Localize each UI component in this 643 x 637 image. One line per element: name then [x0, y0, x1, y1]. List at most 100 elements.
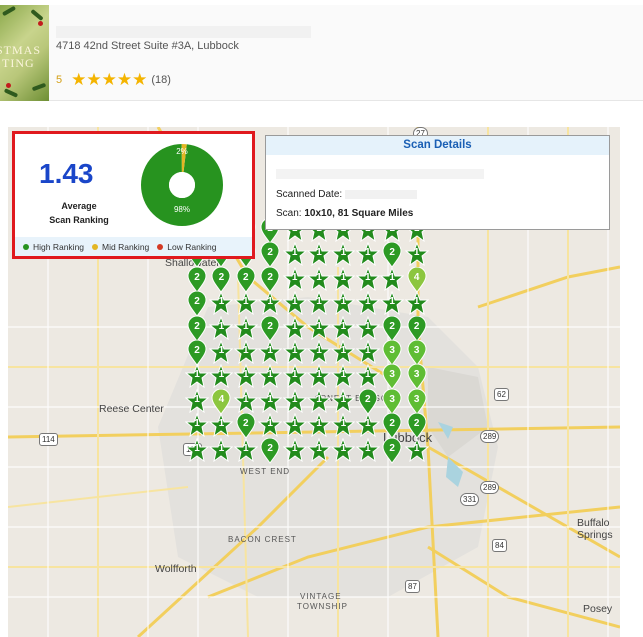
rank-pin[interactable]: 2 [185, 266, 209, 293]
rank-pin[interactable]: 1 [282, 437, 307, 464]
scan-date-label: Scanned Date: [276, 189, 343, 200]
rank-pin[interactable]: 1 [185, 413, 209, 439]
rank-pin[interactable]: 3 [380, 388, 404, 415]
rank-value: 1 [243, 369, 249, 381]
rank-pin[interactable]: 3 [380, 364, 404, 391]
rank-pin[interactable]: 2 [405, 413, 429, 440]
rating-stars: ★ ★ ★ ★ ★ [71, 71, 147, 88]
rank-pin[interactable]: 1 [380, 291, 405, 317]
rank-pin[interactable]: 4 [209, 388, 233, 415]
rank-pin[interactable]: 1 [307, 291, 331, 317]
rank-pin[interactable]: 2 [258, 266, 282, 293]
rank-pin[interactable]: 1 [282, 242, 307, 268]
rank-pin[interactable]: 2 [380, 413, 404, 440]
rank-pin[interactable]: 2 [234, 266, 258, 293]
rank-pin[interactable]: 1 [307, 413, 331, 439]
rank-pin[interactable]: 1 [355, 413, 380, 439]
rank-pin[interactable]: 1 [307, 388, 331, 415]
rank-pin[interactable]: 1 [331, 291, 356, 317]
rank-pin[interactable]: 1 [355, 242, 380, 268]
rank-pin[interactable]: 2 [234, 413, 258, 440]
scan-date-redacted [344, 189, 417, 199]
rank-pin[interactable]: 1 [209, 364, 234, 390]
rank-value: 1 [218, 320, 225, 332]
rank-pin[interactable]: 1 [233, 291, 258, 317]
rank-pin[interactable]: 1 [185, 388, 209, 415]
rank-pin[interactable]: 2 [258, 315, 282, 342]
rank-pin[interactable]: 1 [404, 242, 429, 268]
rank-pin[interactable]: 1 [209, 315, 234, 342]
rank-pin[interactable]: 1 [282, 340, 307, 366]
rank-pin[interactable]: 1 [233, 340, 258, 366]
rank-pin[interactable]: 1 [209, 437, 234, 464]
rank-pin[interactable]: 1 [355, 315, 380, 342]
rank-pin[interactable]: 1 [380, 266, 405, 293]
rank-pin[interactable]: 2 [380, 437, 404, 464]
rank-pin[interactable]: 1 [282, 364, 307, 390]
rank-pin[interactable]: 1 [233, 437, 258, 464]
rank-pin[interactable]: 1 [355, 437, 380, 464]
rank-value: 1 [340, 393, 347, 405]
rank-pin[interactable]: 1 [282, 413, 307, 439]
rank-pin[interactable]: 1 [404, 291, 429, 317]
rank-pin[interactable]: 2 [258, 437, 282, 464]
rank-pin[interactable]: 2 [380, 242, 404, 269]
rank-pin[interactable]: 1 [209, 291, 234, 317]
rank-pin[interactable]: 1 [331, 266, 356, 293]
rank-pin[interactable]: 1 [355, 266, 380, 293]
rank-pin[interactable]: 1 [331, 413, 356, 439]
rank-pin[interactable]: 1 [355, 340, 380, 366]
rank-pin[interactable]: 1 [307, 364, 331, 390]
rank-pin[interactable]: 1 [355, 291, 380, 317]
rank-pin[interactable]: 2 [185, 291, 209, 318]
rank-pin[interactable]: 1 [258, 388, 283, 415]
rank-pin[interactable]: 1 [233, 364, 258, 390]
rank-pin[interactable]: 1 [355, 364, 380, 390]
rank-pin[interactable]: 2 [380, 315, 404, 342]
business-address: 4718 42nd Street Suite #3A, Lubbock [56, 40, 239, 52]
rank-pin[interactable]: 2 [185, 315, 209, 342]
rank-pin[interactable]: 1 [209, 340, 234, 366]
rank-pin[interactable]: 1 [307, 315, 331, 342]
rank-pin[interactable]: 1 [258, 364, 283, 390]
rank-pin[interactable]: 2 [356, 388, 380, 415]
rank-pin[interactable]: 1 [331, 242, 356, 268]
rank-pin[interactable]: 1 [282, 266, 307, 293]
rank-pin[interactable]: 1 [233, 388, 258, 415]
star-icon: ★ [71, 70, 87, 89]
rank-pin[interactable]: 2 [209, 266, 233, 293]
rank-pin[interactable]: 1 [185, 364, 209, 390]
rank-pin[interactable]: 1 [258, 291, 283, 317]
rank-pin[interactable]: 1 [331, 364, 356, 390]
rank-pin[interactable]: 3 [405, 388, 429, 415]
rank-value: 2 [194, 345, 200, 356]
business-rating: 5 ★ ★ ★ ★ ★ (18) [56, 71, 171, 88]
rank-pin[interactable]: 1 [307, 340, 331, 366]
rank-pin[interactable]: 1 [331, 388, 356, 415]
rank-pin[interactable]: 1 [185, 437, 209, 464]
rank-pin[interactable]: 1 [307, 242, 331, 268]
rank-pin[interactable]: 2 [405, 315, 429, 342]
rank-pin[interactable]: 2 [185, 340, 209, 366]
rank-pin[interactable]: 1 [282, 291, 307, 317]
rank-pin[interactable]: 1 [258, 340, 283, 366]
rank-pin[interactable]: 3 [380, 340, 404, 366]
rank-pin[interactable]: 1 [282, 388, 307, 415]
review-count[interactable]: (18) [151, 74, 171, 86]
rank-pin[interactable]: 1 [282, 315, 307, 342]
rank-pin[interactable]: 1 [258, 413, 283, 439]
rank-pin[interactable]: 1 [307, 266, 331, 293]
rank-pin[interactable]: 2 [258, 242, 282, 269]
rank-pin[interactable]: 1 [404, 437, 429, 464]
rank-pin[interactable]: 4 [405, 266, 429, 293]
rank-pin[interactable]: 1 [331, 437, 356, 464]
rank-pin[interactable]: 3 [405, 340, 429, 366]
rank-value: 1 [218, 369, 225, 381]
rank-pin[interactable]: 1 [209, 413, 234, 439]
rank-pin[interactable]: 1 [331, 315, 356, 342]
rank-pin[interactable]: 1 [331, 340, 356, 366]
business-card[interactable]: STMAS TING 4718 42nd Street Suite #3A, L… [0, 5, 643, 101]
rank-pin[interactable]: 1 [307, 437, 331, 464]
rank-pin[interactable]: 1 [233, 315, 258, 342]
rank-pin[interactable]: 3 [405, 364, 429, 391]
